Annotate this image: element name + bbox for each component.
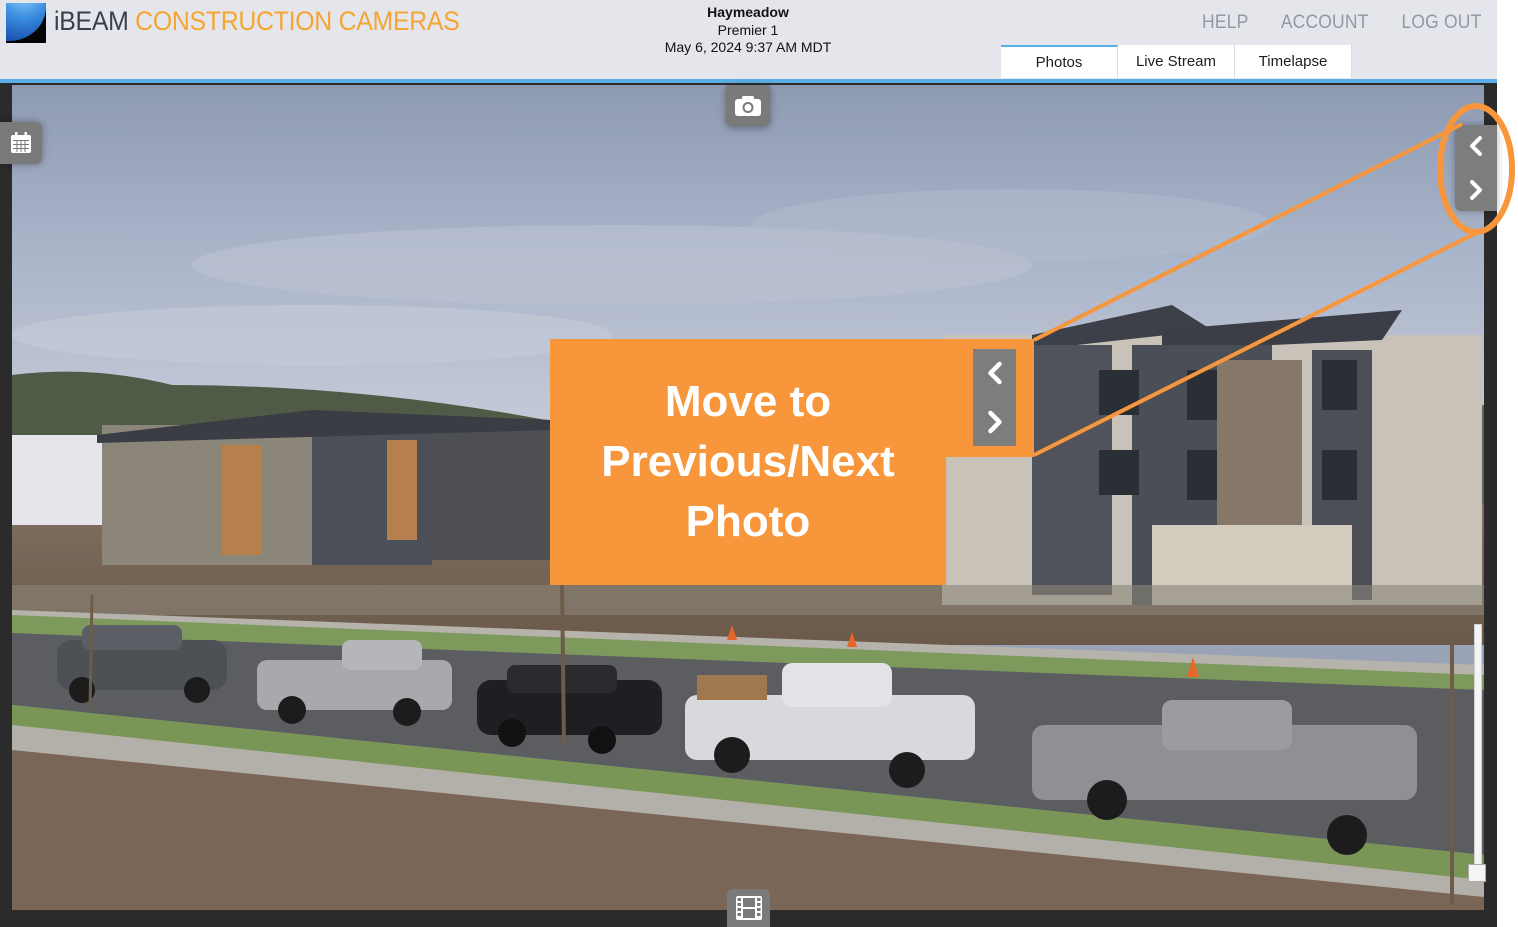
header-accent-line [0, 79, 1497, 83]
building-left-1 [12, 435, 102, 525]
building-left-2 [102, 425, 312, 565]
brand-title: iBEAM CONSTRUCTION CAMERAS [54, 6, 460, 37]
chevron-left-icon [1470, 136, 1482, 156]
tab-live-stream[interactable]: Live Stream [1118, 45, 1235, 78]
camera-name: Premier 1 [717, 21, 779, 38]
calendar-button[interactable] [0, 122, 42, 164]
callout-line-1: Move to [664, 377, 832, 426]
building-left-3-wood [387, 440, 417, 540]
photo-timestamp: May 6, 2024 9:37 AM MDT [664, 39, 832, 55]
top-nav: HELP ACCOUNT LOG OUT [1200, 12, 1485, 34]
timelapse-button[interactable] [727, 889, 770, 927]
chevron-left-icon [987, 361, 1002, 385]
tab-photos[interactable]: Photos [1001, 45, 1118, 78]
camera-info: Haymeadow Premier 1 May 6, 2024 9:37 AM … [598, 4, 898, 57]
brand-primary: iBEAM [54, 6, 129, 36]
building-right-window [1099, 450, 1139, 495]
view-tabs: Photos Live Stream Timelapse [1001, 45, 1352, 78]
logo-globe-icon [6, 3, 46, 41]
account-link[interactable]: ACCOUNT [1281, 12, 1369, 34]
zoom-slider-handle[interactable] [1468, 864, 1486, 882]
tree-trunk [560, 584, 566, 746]
tree-trunk [88, 594, 94, 711]
photo-nav-controls [1455, 125, 1497, 211]
chevron-right-icon [1470, 180, 1482, 200]
header: iBEAM CONSTRUCTION CAMERAS Haymeadow Pre… [0, 0, 1497, 80]
ibeam-logo[interactable] [6, 3, 46, 43]
film-icon [735, 896, 762, 920]
building-right-window [1322, 450, 1357, 500]
tab-timelapse[interactable]: Timelapse [1235, 45, 1352, 78]
callout-text: Move to Previous/Next Photo [550, 372, 946, 552]
fence-line [12, 585, 1484, 615]
chevron-right-icon [987, 410, 1002, 434]
callout-next-illustration [973, 398, 1016, 446]
callout-nav-illustration [973, 349, 1016, 446]
next-photo-button[interactable] [1455, 169, 1497, 211]
snapshot-button[interactable] [726, 85, 770, 126]
brand-secondary: CONSTRUCTION CAMERAS [135, 6, 460, 36]
zoom-slider-track[interactable] [1474, 624, 1482, 866]
camera-icon [735, 95, 761, 116]
site-name: Haymeadow [707, 4, 789, 20]
calendar-icon [11, 132, 31, 153]
logout-link[interactable]: LOG OUT [1402, 12, 1482, 34]
building-right-window [1187, 370, 1217, 420]
callout-line-3: Photo [685, 497, 811, 546]
building-right-window [1187, 450, 1217, 500]
building-left-4 [432, 430, 552, 560]
callout-previous-illustration [973, 349, 1016, 397]
help-link[interactable]: HELP [1202, 12, 1248, 34]
building-right-window [1099, 370, 1139, 415]
building-left-2-siding [222, 445, 262, 555]
callout-line-2: Previous/Next [601, 437, 895, 486]
cloud [12, 305, 612, 365]
previous-photo-button[interactable] [1455, 125, 1497, 167]
building-right-window [1322, 360, 1357, 410]
cloud [752, 189, 1272, 261]
